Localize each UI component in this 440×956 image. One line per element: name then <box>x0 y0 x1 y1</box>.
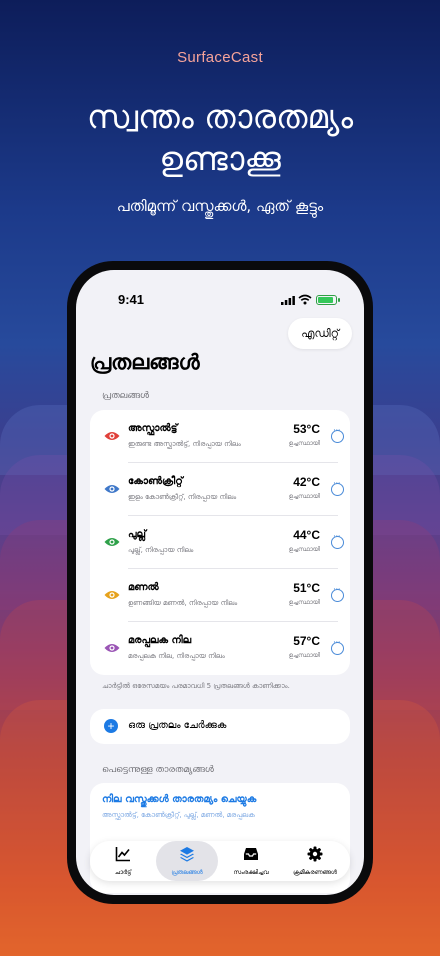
more-options-icon[interactable] <box>331 638 344 655</box>
surface-state: ഉച്ചസ്ഥായി <box>288 546 320 553</box>
battery-icon <box>316 295 340 305</box>
surface-description: പുല്ല്, നിരപ്പായ നിലം <box>128 546 194 554</box>
surface-temperature: 53°C <box>293 422 320 436</box>
tab-label: ക്രമീകരണങ്ങൾ <box>293 869 337 876</box>
chart-limit-note: ചാർട്ടിൽ ഒരേസമയം പരമാവധി 5 പ്രതലങ്ങൾ കാണ… <box>102 682 290 690</box>
page-title: പ്രതലങ്ങൾ <box>90 350 200 374</box>
surface-row[interactable]: അസ്ഫാൽട്ട് ഇരുണ്ട അസ്ഫാൽട്ട്, നിരപ്പായ നി… <box>90 410 350 463</box>
surface-name: പുല്ല് <box>128 529 146 540</box>
quick-compare-title: നില വസ്തുക്കൾ താരതമ്യം ചെയ്യുക <box>102 794 257 805</box>
surface-description: ഇളം കോൺക്രീറ്റ്, നിരപ്പായ നിലം <box>128 493 237 501</box>
tab-bar: ചാർട്ട് പ്രതലങ്ങൾ സംരക്ഷിച്ചവ ക്രമീകരണങ്… <box>90 841 350 881</box>
layers-icon <box>180 847 194 862</box>
quick-compare-subtitle: അസ്ഫാൽട്ട്, കോൺക്രീറ്റ്, പുല്ല്, മണൽ, മര… <box>102 811 255 819</box>
headline-line: സ്വന്തം താരതമ്യം <box>86 97 354 136</box>
wifi-icon <box>298 294 312 305</box>
surface-name: മണൽ <box>128 582 159 593</box>
headline-line: ഉണ്ടാക്കൂ <box>159 139 281 178</box>
surface-name: കോൺക്രീറ്റ് <box>128 476 183 487</box>
surfaces-list: അസ്ഫാൽട്ട് ഇരുണ്ട അസ്ഫാൽട്ട്, നിരപ്പായ നി… <box>90 410 350 675</box>
tab-chart[interactable]: ചാർട്ട് <box>92 841 154 881</box>
battery-level <box>318 297 333 303</box>
surface-state: ഉച്ചസ്ഥായി <box>288 440 320 447</box>
surface-temperature: 57°C <box>293 634 320 648</box>
eye-icon[interactable] <box>104 643 120 653</box>
tab-label: സംരക്ഷിച്ചവ <box>233 869 269 876</box>
surface-description: ഉണങ്ങിയ മണൽ, നിരപ്പായ നിലം <box>128 599 238 607</box>
surface-state: ഉച്ചസ്ഥായി <box>288 493 320 500</box>
surface-row[interactable]: കോൺക്രീറ്റ് ഇളം കോൺക്രീറ്റ്, നിരപ്പായ നില… <box>90 463 350 516</box>
tab-settings[interactable]: ക്രമീകരണങ്ങൾ <box>284 841 346 881</box>
surface-row[interactable]: മരപ്പലക നില മരപ്പലക നില, നിരപ്പായ നിലം 57°… <box>90 622 350 675</box>
more-options-icon[interactable] <box>331 585 344 602</box>
chart-icon <box>115 847 130 862</box>
status-bar: 9:41 <box>76 292 364 310</box>
phone-screen: 9:41 എഡിറ്റ് പ്രതലങ്ങൾ പ്രതലങ്ങൾ അസ്ഫാൽട… <box>76 270 364 895</box>
surface-state: ഉച്ചസ്ഥായി <box>288 652 320 659</box>
tab-saved[interactable]: സംരക്ഷിച്ചവ <box>220 841 282 881</box>
eye-icon[interactable] <box>104 590 120 600</box>
brand-name: SurfaceCast <box>177 49 263 66</box>
surface-temperature: 51°C <box>293 581 320 595</box>
tray-icon <box>244 848 258 860</box>
more-options-icon[interactable] <box>331 532 344 549</box>
status-time: 9:41 <box>118 292 145 307</box>
more-options-icon[interactable] <box>331 479 344 496</box>
cellular-signal-icon <box>281 296 295 305</box>
surface-row[interactable]: മണൽ ഉണങ്ങിയ മണൽ, നിരപ്പായ നിലം 51°C ഉച്ചസ്ഥ… <box>90 569 350 622</box>
add-surface-button[interactable]: + ഒരു പ്രതലം ചേർക്കുക <box>90 709 350 744</box>
surface-name: മരപ്പലക നില <box>128 635 192 646</box>
plus-icon: + <box>104 719 118 733</box>
tab-surfaces[interactable]: പ്രതലങ്ങൾ <box>156 841 218 881</box>
edit-button[interactable]: എഡിറ്റ് <box>288 318 352 349</box>
surfaces-section-label: പ്രതലങ്ങൾ <box>102 391 149 401</box>
surface-state: ഉച്ചസ്ഥായി <box>288 599 320 606</box>
tab-label: പ്രതലങ്ങൾ <box>171 869 203 876</box>
eye-icon[interactable] <box>104 537 120 547</box>
eye-icon[interactable] <box>104 431 120 441</box>
headline: സ്വന്തം താരതമ്യം ഉണ്ടാക്കൂ <box>20 96 420 180</box>
eye-icon[interactable] <box>104 484 120 494</box>
surface-name: അസ്ഫാൽട്ട് <box>128 423 178 434</box>
tab-label: ചാർട്ട് <box>114 869 132 876</box>
surface-row[interactable]: പുല്ല് പുല്ല്, നിരപ്പായ നിലം 44°C ഉച്ചസ്ഥായ… <box>90 516 350 569</box>
surface-description: മരപ്പലക നില, നിരപ്പായ നിലം <box>128 652 225 660</box>
surface-temperature: 42°C <box>293 475 320 489</box>
more-options-icon[interactable] <box>331 426 344 443</box>
surface-temperature: 44°C <box>293 528 320 542</box>
surface-description: ഇരുണ്ട അസ്ഫാൽട്ട്, നിരപ്പായ നിലം <box>128 440 241 448</box>
subline: പതിമൂന്ന് വസ്തുക്കൾ, ഏത് കൂട്ടും <box>116 197 324 215</box>
phone-frame: 9:41 എഡിറ്റ് പ്രതലങ്ങൾ പ്രതലങ്ങൾ അസ്ഫാൽട… <box>67 261 373 904</box>
add-surface-label: ഒരു പ്രതലം ചേർക്കുക <box>128 720 227 731</box>
quick-comparisons-label: പെട്ടെന്നുള്ള താരതമ്യങ്ങൾ <box>102 765 214 775</box>
gear-icon <box>307 846 323 862</box>
